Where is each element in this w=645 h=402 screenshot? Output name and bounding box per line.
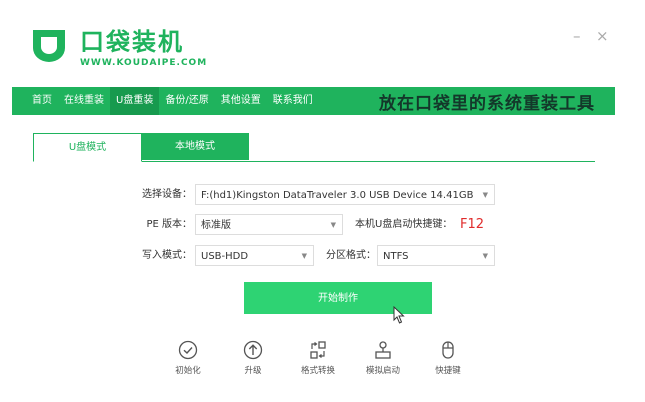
app-title: 口袋装机 [80,28,184,56]
write-mode-value: USB-HDD [201,251,249,262]
partition-format-value: NTFS [383,251,409,262]
nav-contact-us[interactable]: 联系我们 [267,87,319,115]
chevron-down-icon: ▼ [301,252,307,260]
app-window: 口袋装机 WWW.KOUDAIPE.COM – × 首页 在线重装 U盘重装 备… [0,0,645,402]
tool-initialize-label: 初始化 [175,366,201,376]
mouse-pointer-icon [393,306,405,324]
nav-backup-restore[interactable]: 备份/还原 [159,87,214,115]
nav-usb-reinstall[interactable]: U盘重装 [110,87,160,115]
tool-hotkey[interactable]: 快捷键 [421,340,475,376]
tool-upgrade-label: 升级 [244,366,262,376]
tool-hotkey-label: 快捷键 [435,366,461,376]
device-select-value: F:(hd1)Kingston DataTraveler 3.0 USB Dev… [201,190,474,201]
app-website: WWW.KOUDAIPE.COM [80,58,208,68]
chevron-down-icon: ▼ [330,221,336,229]
pe-version-label: PE 版本： [146,219,192,230]
upgrade-arrow-icon [243,340,263,360]
chevron-down-icon: ▼ [482,191,488,199]
write-mode-label: 写入模式： [142,250,192,261]
tool-format-convert-label: 格式转换 [300,366,335,376]
device-select[interactable]: F:(hd1)Kingston DataTraveler 3.0 USB Dev… [195,184,495,205]
close-button[interactable]: × [596,28,609,44]
format-convert-icon [310,341,326,359]
tool-simulate-boot[interactable]: 模拟启动 [356,340,410,376]
chevron-down-icon: ▼ [482,252,488,260]
nav-online-reinstall[interactable]: 在线重装 [58,87,110,115]
pe-version-value: 标准版 [201,220,231,231]
nav-slogan: 放在口袋里的系统重装工具 [379,93,595,114]
main-nav: 首页 在线重装 U盘重装 备份/还原 其他设置 联系我们 放在口袋里的系统重装工… [12,87,615,115]
tool-simulate-boot-label: 模拟启动 [365,366,400,376]
tool-initialize[interactable]: 初始化 [161,340,215,376]
partition-format-select[interactable]: NTFS ▼ [377,245,495,266]
koudai-logo-icon [33,30,65,62]
mode-tabs: U盘模式 本地模式 [33,133,595,162]
tab-usb-mode[interactable]: U盘模式 [33,133,142,162]
nav-home[interactable]: 首页 [12,87,58,115]
mouse-icon [442,341,454,359]
minimize-button[interactable]: – [573,28,581,44]
nav-other-settings[interactable]: 其他设置 [215,87,267,115]
partition-format-label: 分区格式： [326,250,376,261]
pe-version-select[interactable]: 标准版 ▼ [195,214,343,235]
simulate-boot-icon [375,341,391,359]
boot-hotkey-value: F12 [460,217,485,232]
tool-upgrade[interactable]: 升级 [226,340,280,376]
device-label: 选择设备： [142,189,192,200]
tab-local-mode[interactable]: 本地模式 [141,133,249,160]
tool-format-convert[interactable]: 格式转换 [291,340,345,376]
check-circle-icon [178,340,198,360]
boot-hotkey-label: 本机U盘启动快捷键： [355,219,453,230]
write-mode-select[interactable]: USB-HDD ▼ [195,245,314,266]
